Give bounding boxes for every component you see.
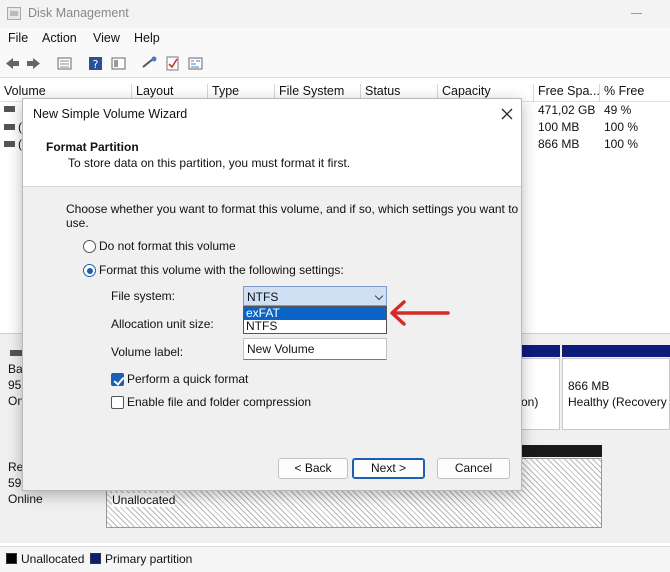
quick-format-checkbox[interactable] [111,373,124,386]
panel-icon[interactable] [110,55,127,72]
menu-bar: File Action View Help [0,28,670,50]
quick-format-label[interactable]: Perform a quick format [127,372,248,386]
dialog-title-bar: New Simple Volume Wizard [23,99,521,129]
primary-partition-swatch [90,553,101,564]
dialog-title: New Simple Volume Wizard [33,107,188,121]
legend-primary-partition: Primary partition [105,552,193,566]
wizard-header: Format Partition To store data on this p… [23,129,521,187]
settings-panel-icon[interactable] [187,55,204,72]
recovery-status: Healthy (Recovery P [568,395,670,409]
forward-arrow-icon[interactable] [25,55,42,72]
disk1-status: Online [8,492,43,506]
close-icon [501,108,513,120]
file-system-options-list: exFAT NTFS [243,306,387,334]
svg-text:?: ? [93,58,99,71]
menu-action[interactable]: Action [42,31,77,45]
volume-icon [4,141,15,147]
compression-checkbox[interactable] [111,396,124,409]
volume-label-input[interactable] [244,339,386,359]
title-bar: Disk Management [0,0,670,28]
unallocated-label: Unallocated [112,493,176,507]
percent-free: 100 % [604,137,639,151]
help-icon[interactable]: ? [87,55,104,72]
menu-view[interactable]: View [93,31,120,45]
radio-format-volume[interactable] [83,264,96,277]
legend-bar: Unallocated Primary partition [0,546,670,572]
unallocated-swatch [6,553,17,564]
toolbar: ? [0,50,670,78]
radio-format-volume-label[interactable]: Format this volume with the following se… [99,263,344,277]
radio-do-not-format-label[interactable]: Do not format this volume [99,239,236,253]
unallocated-bar [520,445,602,457]
back-arrow-icon[interactable] [4,55,21,72]
disk-management-icon [7,7,21,20]
minimize-button[interactable] [630,6,644,20]
check-document-icon[interactable] [164,55,181,72]
wizard-step-title: Format Partition [46,140,139,154]
legend-unallocated: Unallocated [21,552,85,566]
primary-partition-bar [562,345,670,357]
volume-icon [4,124,15,130]
column-percent-free[interactable]: % Free [599,84,644,102]
file-system-selected: NTFS [247,290,279,304]
next-button[interactable]: Next > [352,458,425,479]
connect-icon[interactable] [141,55,158,72]
compression-label[interactable]: Enable file and folder compression [127,395,311,409]
primary-partition-bar [520,345,560,357]
file-system-label: File system: [111,289,176,303]
partition-box[interactable]: on) [520,358,560,430]
wizard-footer: < Back Next > Cancel [23,442,521,490]
option-ntfs[interactable]: NTFS [244,320,386,333]
properties-list-icon[interactable] [56,55,73,72]
chevron-down-icon [374,291,384,301]
radio-do-not-format[interactable] [83,240,96,253]
cancel-button[interactable]: Cancel [437,458,510,479]
red-arrow-annotation-icon [390,300,450,326]
free-space: 866 MB [538,137,580,151]
disk0-label-line1: Ba [8,362,23,376]
menu-file[interactable]: File [8,31,28,45]
volume-label-label: Volume label: [111,345,184,359]
disk0-label-line2: 95 [8,378,22,392]
disk-management-window: Disk Management File Action View Help ? … [0,0,670,572]
volume-icon [4,106,15,112]
percent-free: 100 % [604,120,639,134]
volume-label-input-box[interactable] [243,338,387,360]
free-space: 100 MB [538,120,580,134]
wizard-step-subtitle: To store data on this partition, you mus… [68,156,351,170]
window-title: Disk Management [28,6,129,20]
recovery-partition-box[interactable]: 866 MB Healthy (Recovery P [562,358,670,430]
new-simple-volume-wizard: New Simple Volume Wizard Format Partitio… [22,98,522,491]
free-space: 471,02 GB [538,103,596,117]
recovery-size: 866 MB [568,379,610,393]
menu-help[interactable]: Help [134,31,160,45]
format-prompt: Choose whether you want to format this v… [66,202,519,230]
close-button[interactable] [497,104,517,124]
back-button[interactable]: < Back [278,458,348,479]
percent-free: 49 % [604,103,632,117]
partition-status-fragment: on) [521,395,539,409]
column-free-space[interactable]: Free Spa... [533,84,600,102]
file-system-dropdown[interactable]: NTFS [243,286,387,306]
allocation-unit-label: Allocation unit size: [111,317,214,331]
